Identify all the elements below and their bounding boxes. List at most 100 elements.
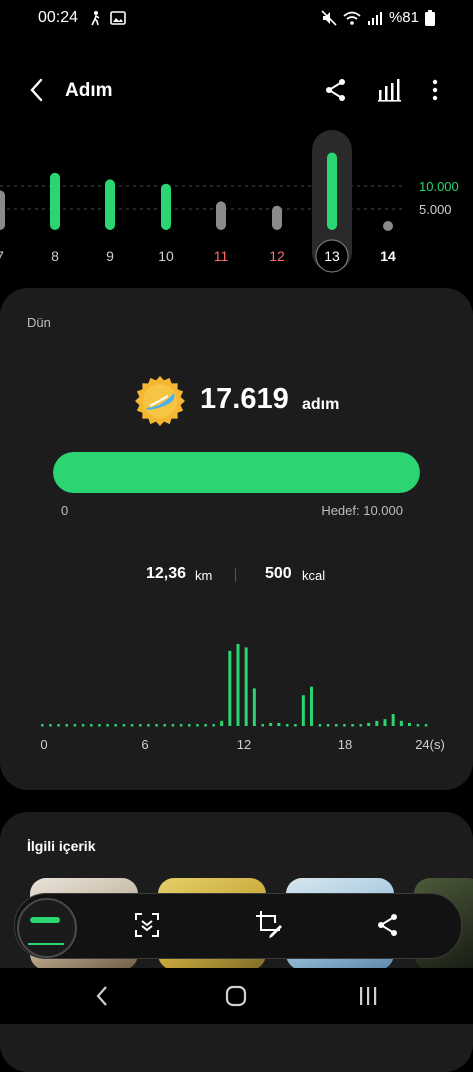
week-bar[interactable] bbox=[0, 190, 5, 230]
week-day-label[interactable]: 14 bbox=[380, 248, 396, 264]
hour-empty-dot bbox=[335, 724, 338, 727]
more-vert-icon bbox=[432, 79, 438, 101]
screenshot-preview-thumbnail[interactable] bbox=[17, 898, 77, 958]
hour-empty-dot bbox=[49, 724, 52, 727]
nav-back-button[interactable] bbox=[91, 984, 115, 1013]
hour-empty-dot bbox=[122, 724, 126, 727]
hour-empty-dot bbox=[326, 724, 330, 727]
hour-empty-dot bbox=[343, 724, 346, 727]
hour-empty-dot bbox=[294, 724, 297, 727]
week-day-label[interactable]: 11 bbox=[214, 248, 229, 264]
week-day-label[interactable]: 9 bbox=[106, 248, 114, 264]
scroll-capture-icon bbox=[135, 913, 159, 937]
hour-empty-dot bbox=[424, 724, 428, 727]
steps-count: 17.619 bbox=[200, 383, 289, 415]
week-bar[interactable] bbox=[161, 183, 171, 230]
hour-empty-dot bbox=[163, 724, 166, 727]
week-bar[interactable] bbox=[216, 201, 226, 230]
hourly-steps-chart: 0 6 12 18 24(s) bbox=[40, 644, 445, 752]
hour-empty-dot bbox=[147, 724, 150, 727]
nav-home-button[interactable] bbox=[224, 984, 248, 1013]
week-day-label[interactable]: 8 bbox=[51, 248, 59, 264]
wifi-icon bbox=[343, 11, 361, 25]
recents-nav-icon bbox=[360, 987, 377, 1005]
half-label: 5.000 bbox=[419, 202, 452, 217]
week-bar[interactable] bbox=[272, 205, 282, 230]
status-right: %81 bbox=[321, 9, 435, 26]
back-button[interactable] bbox=[24, 76, 52, 104]
hour-tick-label: 0 bbox=[40, 737, 47, 752]
progress-min-label: 0 bbox=[61, 503, 69, 518]
status-bar: 00:24 %81 bbox=[0, 0, 473, 36]
hour-empty-dot bbox=[114, 724, 117, 727]
week-bar[interactable] bbox=[383, 221, 393, 231]
hour-empty-dot bbox=[155, 724, 158, 727]
hour-empty-dot bbox=[90, 724, 93, 727]
hour-bar bbox=[375, 720, 379, 726]
hour-bar bbox=[408, 723, 411, 726]
hour-empty-dot bbox=[57, 724, 60, 727]
share-button[interactable] bbox=[322, 76, 350, 104]
week-bar[interactable] bbox=[105, 179, 115, 230]
week-day-label[interactable]: 10 bbox=[158, 248, 174, 264]
more-button[interactable] bbox=[421, 76, 449, 104]
hour-empty-dot bbox=[139, 724, 142, 727]
crop-edit-button[interactable] bbox=[254, 909, 284, 944]
hour-empty-dot bbox=[212, 724, 215, 727]
hour-bar bbox=[269, 723, 273, 726]
hour-empty-dot bbox=[351, 724, 354, 727]
person-walk-icon bbox=[91, 11, 100, 26]
hour-bar bbox=[383, 719, 387, 726]
share-icon bbox=[378, 914, 397, 936]
hour-tick-label: 18 bbox=[338, 737, 352, 752]
chevron-left-icon bbox=[30, 78, 43, 102]
hour-empty-dot bbox=[98, 724, 101, 727]
status-time: 00:24 bbox=[38, 9, 79, 26]
week-day-label[interactable]: 7 bbox=[0, 248, 4, 264]
stats-button[interactable] bbox=[376, 76, 404, 104]
hour-empty-dot bbox=[65, 724, 68, 727]
week-day-label[interactable]: 12 bbox=[269, 248, 285, 264]
hour-empty-dot bbox=[179, 724, 183, 727]
goal-progress-bar bbox=[53, 452, 420, 493]
hour-bar bbox=[391, 714, 395, 726]
toolbar-share-button[interactable] bbox=[374, 911, 402, 944]
hour-bar bbox=[220, 720, 224, 726]
hour-empty-dot bbox=[106, 724, 109, 727]
home-nav-icon bbox=[225, 985, 247, 1007]
weekly-steps-chart[interactable]: 10.000 5.000 7 8 9 10 11 12 13 14 bbox=[0, 120, 473, 280]
hour-empty-dot bbox=[286, 724, 289, 727]
week-day-label[interactable]: 13 bbox=[324, 248, 340, 264]
hour-empty-dot bbox=[359, 724, 362, 727]
hour-empty-dot bbox=[416, 724, 420, 727]
week-bar[interactable] bbox=[327, 152, 337, 230]
battery-percent: %81 bbox=[388, 9, 419, 26]
week-bar[interactable] bbox=[50, 172, 60, 230]
hour-bar bbox=[252, 688, 256, 726]
share-icon bbox=[326, 79, 345, 101]
hour-empty-dot bbox=[261, 724, 264, 727]
hour-bar bbox=[228, 650, 232, 726]
status-left-icons bbox=[88, 10, 126, 26]
goal-progress-fill bbox=[53, 452, 420, 493]
distance-value: 12,36 bbox=[146, 565, 187, 582]
battery-icon bbox=[425, 9, 435, 26]
hour-bar bbox=[277, 723, 281, 726]
hour-empty-dot bbox=[171, 724, 175, 727]
hour-bar bbox=[236, 644, 240, 726]
crop-edit-icon bbox=[256, 911, 282, 938]
calories-unit: kcal bbox=[302, 568, 326, 583]
scroll-capture-button[interactable] bbox=[133, 911, 161, 944]
hour-tick-label: 6 bbox=[141, 737, 148, 752]
back-nav-icon bbox=[96, 986, 107, 1006]
hour-tick-label: 12 bbox=[237, 737, 251, 752]
hour-empty-dot bbox=[204, 724, 207, 727]
nav-recents-button[interactable] bbox=[356, 984, 380, 1013]
hour-empty-dot bbox=[73, 724, 77, 727]
hour-bar bbox=[399, 720, 403, 726]
hour-tick-label: 24(s) bbox=[415, 737, 445, 752]
hour-bar bbox=[301, 695, 305, 726]
calories-value: 500 bbox=[265, 565, 292, 582]
hour-empty-dot bbox=[196, 724, 199, 727]
hour-bar bbox=[310, 686, 313, 726]
